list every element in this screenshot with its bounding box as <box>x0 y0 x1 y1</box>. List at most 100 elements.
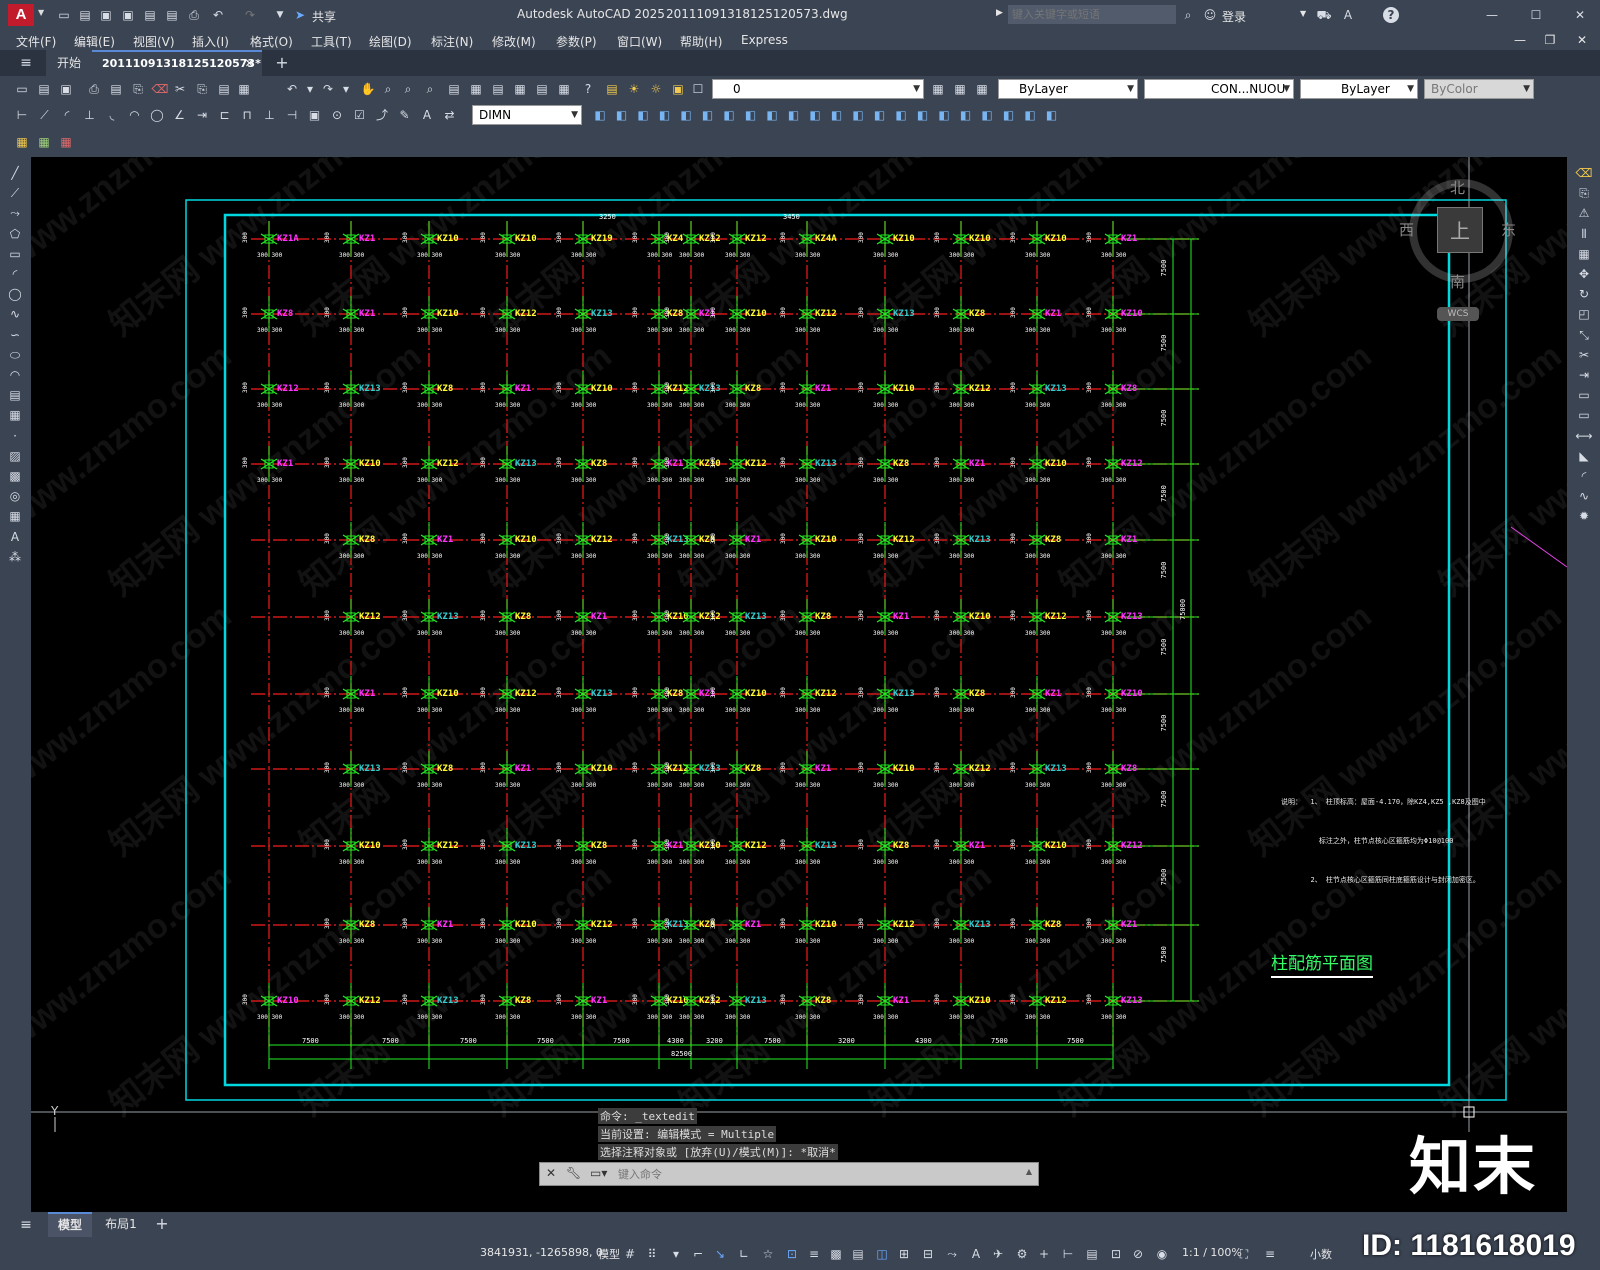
match-properties-icon[interactable]: ▦ <box>236 81 252 97</box>
extend-icon[interactable]: ⇥ <box>1576 367 1592 383</box>
drawing-canvas[interactable]: 知末网 www.znzmo.com知末网 www.znzmo.com知末网 ww… <box>31 157 1567 1132</box>
snap-mode-icon[interactable]: ▾ <box>668 1246 684 1262</box>
save-icon[interactable]: ▣ <box>98 7 114 23</box>
menu-express[interactable]: Express <box>741 33 788 47</box>
blend-curves-icon[interactable]: ∿ <box>1576 488 1592 504</box>
zoom-realtime-icon[interactable]: ⌕ <box>380 81 396 97</box>
arc-icon[interactable]: ◜ <box>7 266 23 282</box>
menu-tools[interactable]: 工具(T) <box>311 33 352 50</box>
zoom-previous-icon[interactable]: ⌕ <box>422 81 438 97</box>
search-input[interactable] <box>1008 5 1176 24</box>
rotate-icon[interactable]: ↻ <box>1576 286 1592 302</box>
hamburger-menu-icon[interactable]: ≡ <box>18 55 34 71</box>
selection-filter-icon[interactable]: ⊟ <box>920 1246 936 1262</box>
fillet-obj-icon[interactable]: ◧ <box>829 107 845 123</box>
ortho-icon[interactable]: ⌐ <box>690 1246 706 1262</box>
plotstyle-dropdown[interactable]: ByColor ▼ <box>1424 79 1534 99</box>
dim-radius-icon[interactable]: ◟ <box>104 107 120 123</box>
circle-icon[interactable]: ◯ <box>7 286 23 302</box>
scale-obj-icon[interactable]: ◧ <box>678 107 694 123</box>
undo-list-icon[interactable]: ▾ <box>302 81 318 97</box>
erase-icon[interactable]: ⌫ <box>152 81 169 97</box>
maximize-window-icon[interactable]: ☐ <box>1528 7 1544 23</box>
coordinates-readout[interactable]: 3841931, -1265898, 0 <box>480 1246 603 1259</box>
viewcube-top-face[interactable]: 上 <box>1437 207 1483 253</box>
open-icon[interactable]: ▤ <box>36 81 52 97</box>
model-space-toggle[interactable]: 模型 <box>598 1246 620 1262</box>
redo-icon[interactable]: ↷ <box>242 7 258 23</box>
dim-break-icon[interactable]: ⊣ <box>284 107 300 123</box>
layer-previous-icon[interactable]: ▦ <box>952 81 968 97</box>
stretch-icon[interactable]: ⤡ <box>1576 327 1592 343</box>
make-current-layer-icon[interactable]: ▦ <box>930 81 946 97</box>
share-icon[interactable]: ➤ <box>292 7 308 23</box>
cart-icon[interactable]: ⛟ <box>1316 7 1332 23</box>
isolate-objects-icon[interactable]: ⊘ <box>1130 1246 1146 1262</box>
dim-space-icon[interactable]: ⊥ <box>262 107 278 123</box>
menu-modify[interactable]: 修改(M) <box>492 33 536 50</box>
autodesk-a360-icon[interactable]: A <box>1340 7 1356 23</box>
dynamic-ucs-icon[interactable]: ⊞ <box>896 1246 912 1262</box>
new-icon[interactable]: ▭ <box>14 81 30 97</box>
layer-dropdown[interactable]: 0 ▼ <box>712 79 924 99</box>
redo-list-icon[interactable]: ▾ <box>338 81 354 97</box>
stretch-obj-icon[interactable]: ◧ <box>700 107 716 123</box>
layer-freeze-icon[interactable]: ☼ <box>648 81 664 97</box>
tab-drawing[interactable]: 20111091318125120573* ✕ <box>92 50 262 76</box>
undo-icon[interactable]: ↶ <box>210 7 226 23</box>
move-obj-icon[interactable]: ◧ <box>635 107 651 123</box>
customization-icon[interactable]: ≡ <box>1262 1246 1278 1262</box>
viewcube-east[interactable]: 东 <box>1501 219 1516 240</box>
dim-angular-icon[interactable]: ∠ <box>172 107 188 123</box>
chamfer-obj-icon[interactable]: ◧ <box>807 107 823 123</box>
units-icon[interactable]: ⊢ <box>1060 1246 1076 1262</box>
doc-restore-icon[interactable]: ❐ <box>1542 32 1558 48</box>
menu-parametric[interactable]: 参数(P) <box>556 33 597 50</box>
user-icon[interactable]: ☺ <box>1202 7 1218 23</box>
trim-icon[interactable]: ✂ <box>1576 347 1592 363</box>
menu-dimension[interactable]: 标注(N) <box>431 33 473 50</box>
command-input[interactable] <box>618 1165 1018 1183</box>
break-at-point-icon[interactable]: ▭ <box>1576 387 1592 403</box>
wcs-menu[interactable]: WCS <box>1437 307 1479 321</box>
grid-icon[interactable]: # <box>622 1246 638 1262</box>
viewcube[interactable]: 上 北 南 西 东 WCS <box>1399 177 1517 332</box>
annotation-visibility-icon[interactable]: A <box>968 1246 984 1262</box>
redo-icon[interactable]: ↷ <box>320 81 336 97</box>
copy-icon[interactable]: ⎘ <box>1576 185 1592 201</box>
explode-icon[interactable]: ✹ <box>1576 508 1592 524</box>
dim-continue-icon[interactable]: ⊓ <box>239 107 255 123</box>
align-icon[interactable]: ◧ <box>592 107 608 123</box>
search-arrow-icon[interactable]: ▶ <box>996 8 1003 18</box>
lineweight-icon[interactable]: ≡ <box>806 1246 822 1262</box>
copy-icon[interactable]: ⎘ <box>194 81 210 97</box>
spline-icon[interactable]: ∽ <box>7 327 23 343</box>
markup-icon[interactable]: ▤ <box>534 81 550 97</box>
object-snap-icon[interactable]: ⊡ <box>784 1246 800 1262</box>
block-save-icon[interactable]: ▦ <box>36 134 52 150</box>
trim-obj-icon[interactable]: ◧ <box>721 107 737 123</box>
make-block-icon[interactable]: ▦ <box>7 407 23 423</box>
linetype-dropdown[interactable]: CON...NUOU ▼ <box>1144 79 1294 99</box>
polyline-icon[interactable]: ⤳ <box>7 205 23 221</box>
tab-layout1[interactable]: 布局1 <box>96 1212 146 1237</box>
block-close-icon[interactable]: ▦ <box>58 134 74 150</box>
erase-icon[interactable]: ⌫ <box>1576 165 1593 181</box>
dim-text-edit-icon[interactable]: A <box>419 107 435 123</box>
minimize-window-icon[interactable]: — <box>1484 7 1500 23</box>
plot-preview-icon[interactable]: ▤ <box>108 81 124 97</box>
jogged-linear-icon[interactable]: ⤴ <box>374 107 390 123</box>
extend-obj-icon[interactable]: ◧ <box>743 107 759 123</box>
join-obj-icon[interactable]: ◧ <box>786 107 802 123</box>
construction-line-icon[interactable]: ⟋ <box>7 185 23 201</box>
transparency-icon[interactable]: ▩ <box>828 1246 844 1262</box>
lock-ui-icon[interactable]: ⊡ <box>1108 1246 1124 1262</box>
fillet-icon[interactable]: ◜ <box>1576 468 1592 484</box>
tab-start[interactable]: 开始 <box>46 50 92 76</box>
center-mark-icon[interactable]: ⊙ <box>329 107 345 123</box>
break-obj-icon[interactable]: ◧ <box>764 107 780 123</box>
selection-cycling-icon[interactable]: ▤ <box>850 1246 866 1262</box>
quickcalc-icon[interactable]: ▦ <box>556 81 572 97</box>
menu-draw[interactable]: 绘图(D) <box>369 33 412 50</box>
chamfer-icon[interactable]: ◣ <box>1576 448 1592 464</box>
